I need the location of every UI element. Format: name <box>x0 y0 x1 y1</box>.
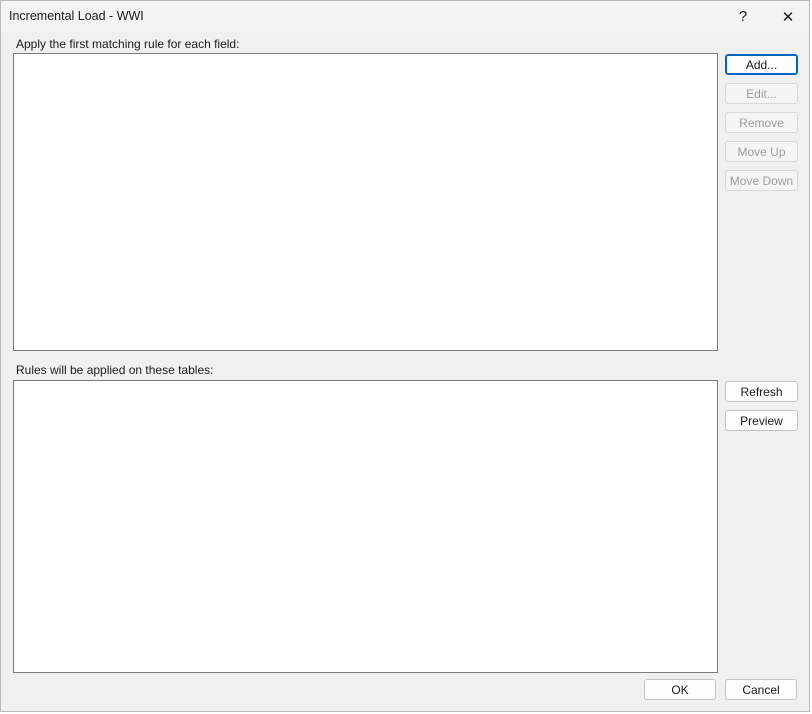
remove-button[interactable]: Remove <box>725 112 798 133</box>
rules-list[interactable] <box>13 53 718 351</box>
ok-button[interactable]: OK <box>644 679 716 700</box>
refresh-button[interactable]: Refresh <box>725 381 798 402</box>
close-icon: ✕ <box>781 8 795 26</box>
tables-label: Rules will be applied on these tables: <box>16 363 214 377</box>
window-title: Incremental Load - WWI <box>9 9 144 23</box>
move-up-button[interactable]: Move Up <box>725 141 798 162</box>
cancel-button[interactable]: Cancel <box>725 679 797 700</box>
edit-button[interactable]: Edit... <box>725 83 798 104</box>
preview-button[interactable]: Preview <box>725 410 798 431</box>
rules-label: Apply the first matching rule for each f… <box>16 37 240 51</box>
title-bar: Incremental Load - WWI ? ✕ <box>1 1 809 32</box>
add-button[interactable]: Add... <box>725 54 798 75</box>
help-button[interactable]: ? <box>721 1 765 32</box>
tables-list[interactable] <box>13 380 718 673</box>
close-button[interactable]: ✕ <box>766 1 810 32</box>
incremental-load-dialog: Incremental Load - WWI ? ✕ Apply the fir… <box>0 0 810 712</box>
help-icon: ? <box>738 8 748 25</box>
move-down-button[interactable]: Move Down <box>725 170 798 191</box>
